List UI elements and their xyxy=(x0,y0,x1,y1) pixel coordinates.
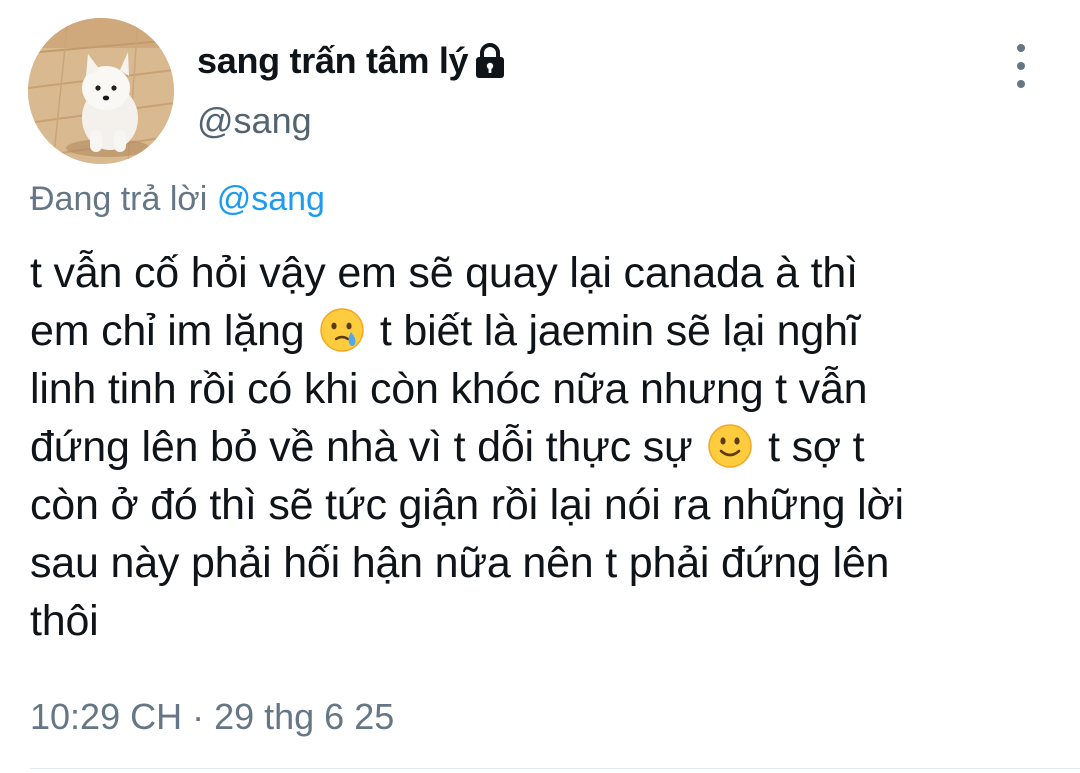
replying-to: Đang trả lời @sang xyxy=(30,180,325,219)
puppy-photo xyxy=(28,18,174,164)
tweet-text: t vẫn cố hỏi vậy em sẽ quay lại canada à… xyxy=(30,244,1060,650)
author-display-name[interactable]: sang trấn tâm lý xyxy=(197,40,469,82)
tweet-line-segment: t biết là jaemin sẽ lại nghĩ xyxy=(379,307,860,355)
avatar[interactable] xyxy=(28,18,174,164)
tweet-line: đứng lên bỏ về nhà vì t dỗi thực sự t sợ… xyxy=(30,418,1060,476)
tweet-line-segment: em chỉ im lặng xyxy=(30,307,305,355)
tweet-timestamp[interactable]: 10:29 CH · 29 thg 6 25 xyxy=(30,696,394,738)
author-handle[interactable]: @sang xyxy=(197,100,312,142)
more-options-button[interactable] xyxy=(1002,44,1040,88)
divider xyxy=(30,768,1080,769)
slightly-smiling-face-emoji xyxy=(706,422,754,470)
tweet-line: t vẫn cố hỏi vậy em sẽ quay lại canada à… xyxy=(30,249,858,297)
author-name-row: sang trấn tâm lý xyxy=(197,36,506,86)
tweet-line-segment: đứng lên bỏ về nhà vì t dỗi thực sự xyxy=(30,423,693,471)
tweet-line: em chỉ im lặng t biết là jaemin sẽ lại n… xyxy=(30,302,1060,360)
tweet-line-segment: t sợ t xyxy=(768,423,865,471)
tweet-line: còn ở đó thì sẽ tức giận rồi lại nói ra … xyxy=(30,481,904,529)
crying-face-emoji xyxy=(318,306,366,354)
reply-mention-link[interactable]: @sang xyxy=(217,180,325,218)
replying-to-label: Đang trả lời xyxy=(30,180,208,218)
tweet-line: thôi xyxy=(30,597,99,645)
tweet-line: sau này phải hối hận nữa nên t phải đứng… xyxy=(30,539,890,587)
more-vertical-icon-dot xyxy=(1017,62,1025,70)
lock-icon xyxy=(474,42,506,80)
more-vertical-icon-dot xyxy=(1017,80,1025,88)
more-vertical-icon xyxy=(1017,44,1025,52)
tweet-line: linh tinh rồi có khi còn khóc nữa nhưng … xyxy=(30,365,868,413)
